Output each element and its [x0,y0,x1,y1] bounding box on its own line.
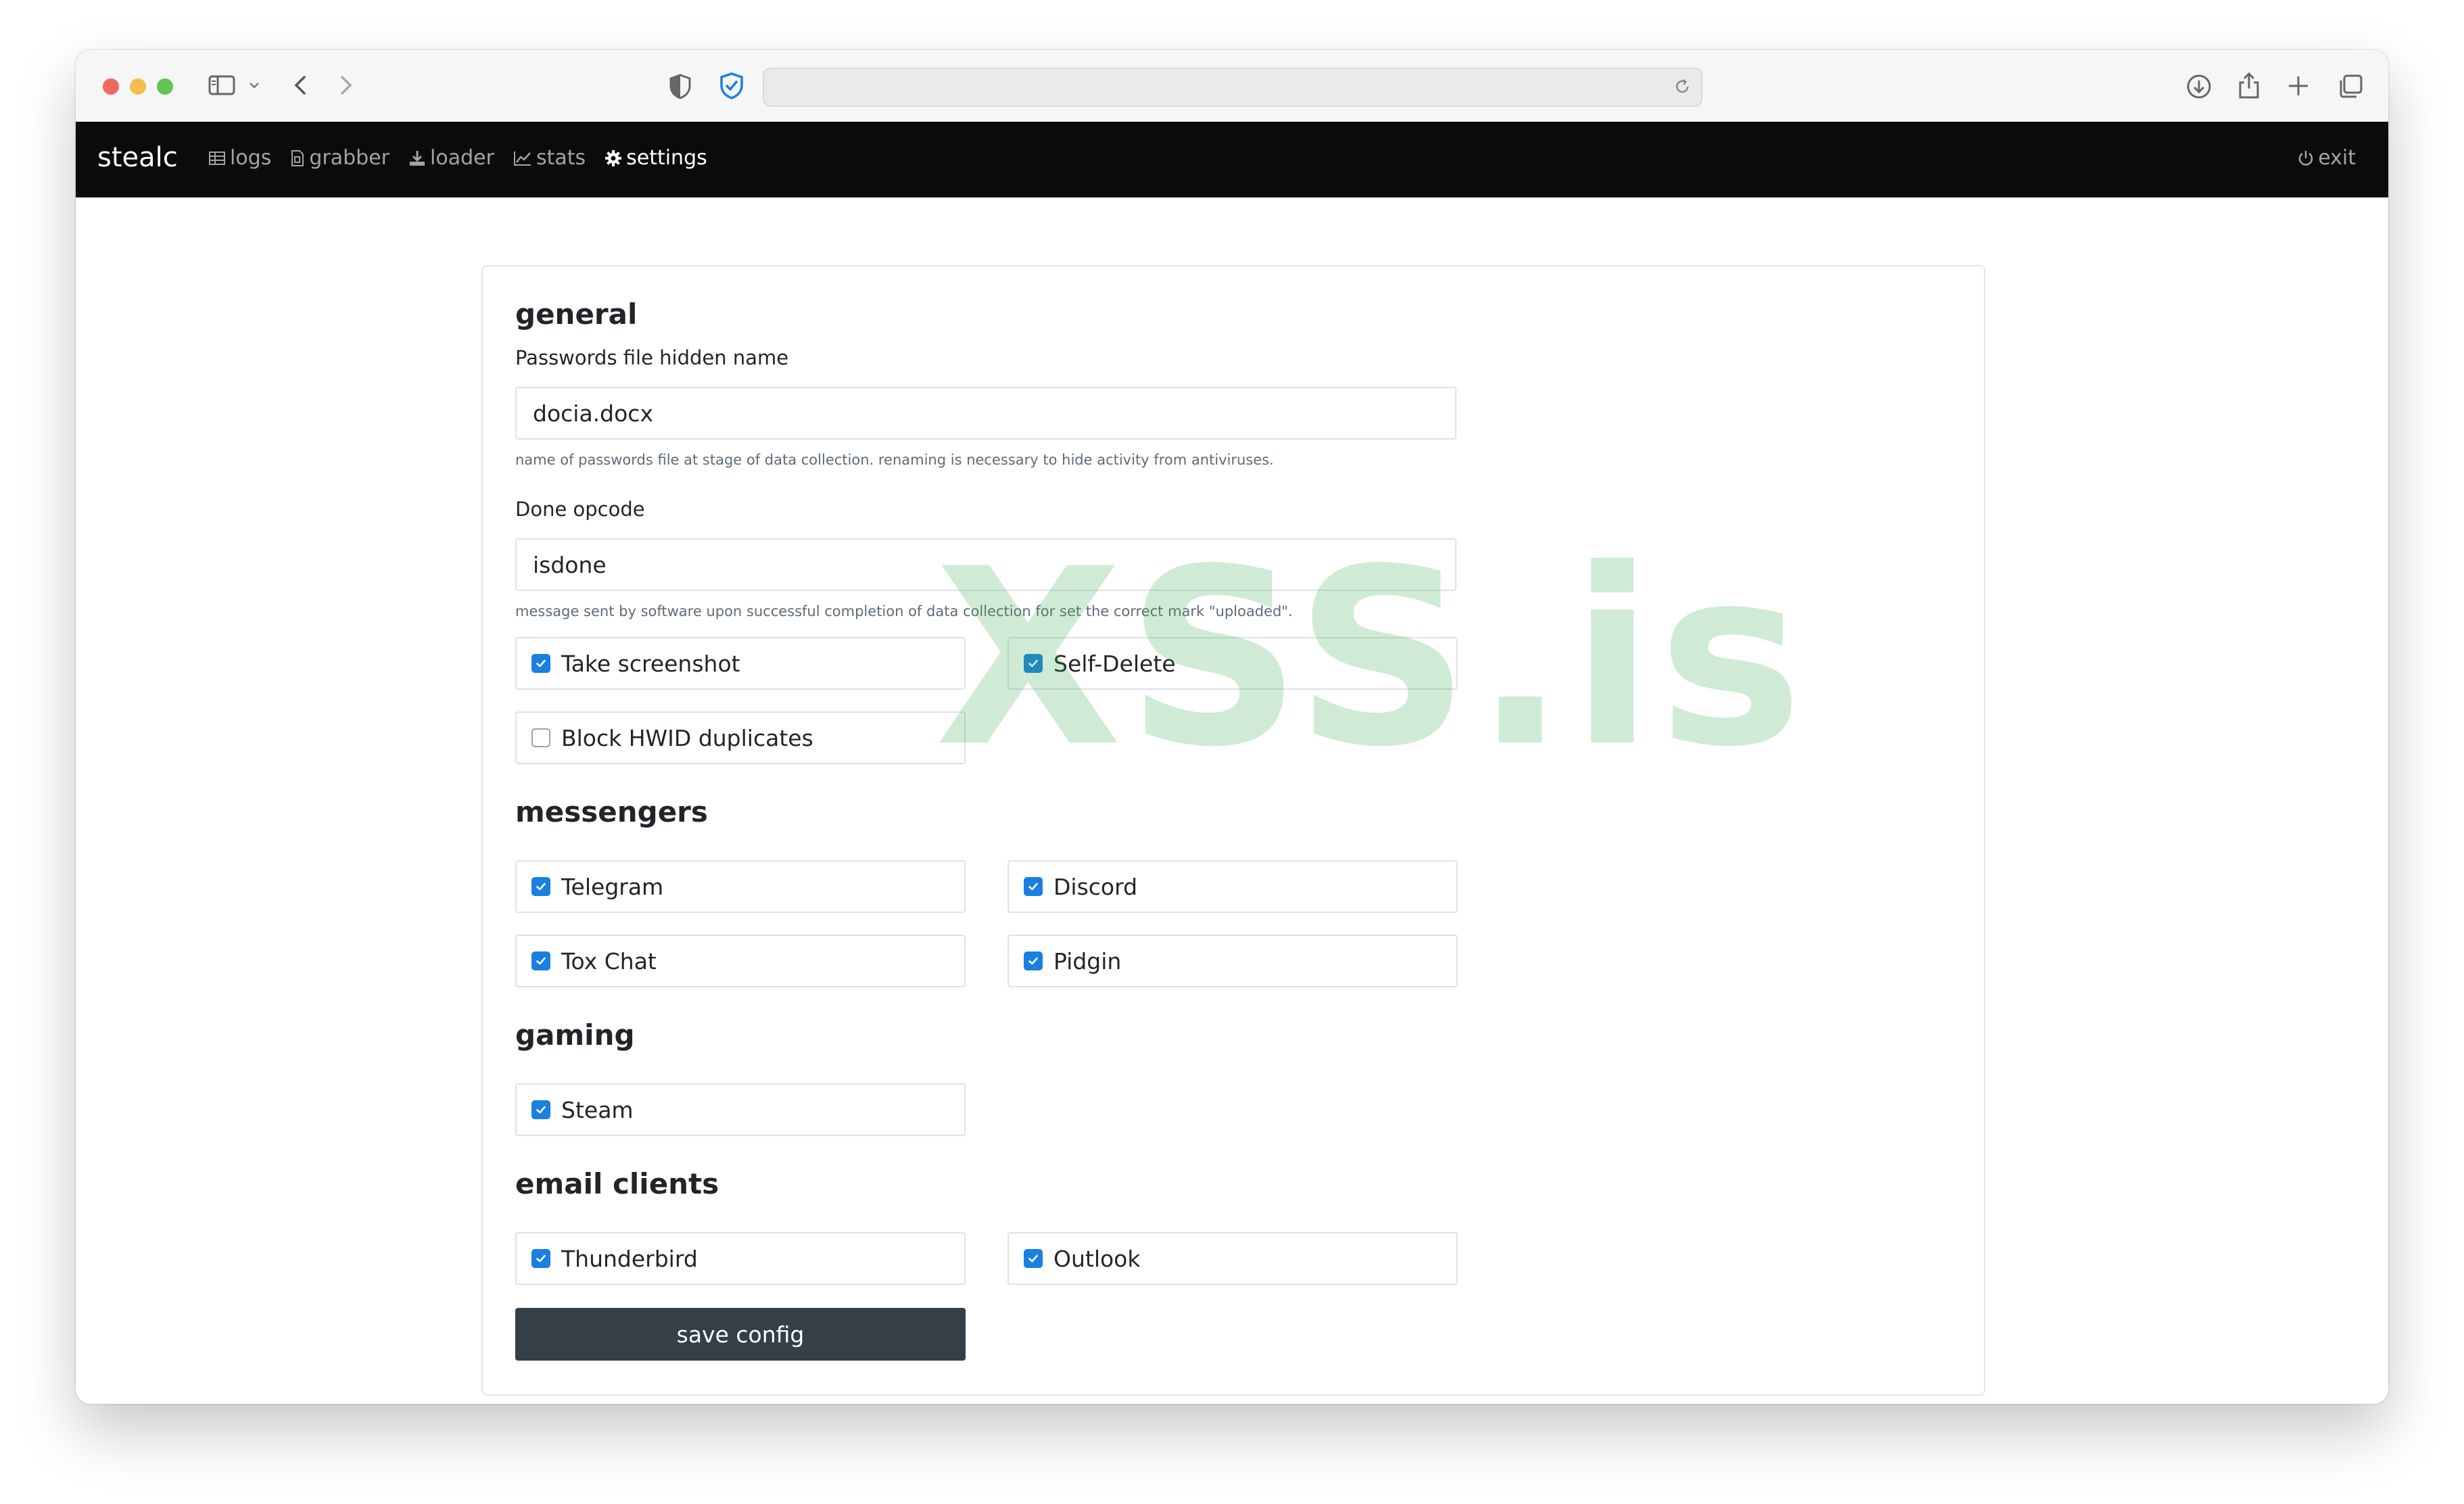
main-nav: logs grabber loader stats settings [208,146,726,170]
nav-grabber[interactable]: grabber [290,146,389,170]
tox-chat-label: Tox Chat [561,947,657,974]
table-icon [209,151,225,165]
chevron-down-icon[interactable] [247,78,261,92]
checkbox-checked-icon [531,951,550,970]
address-bar[interactable] [763,68,1703,107]
done-opcode-label: Done opcode [515,498,645,521]
self-delete-checkbox[interactable]: Self-Delete [1008,637,1458,690]
nav-loader[interactable]: loader [408,146,494,170]
nav-loader-label: loader [430,146,494,170]
checkbox-checked-icon [531,1249,550,1268]
brand-logo[interactable]: stealc [97,142,178,173]
password-file-input[interactable] [515,387,1456,440]
power-icon [2299,150,2313,166]
email-clients-heading: email clients [515,1167,719,1200]
forward-icon[interactable] [337,73,356,97]
block-hwid-duplicates-checkbox[interactable]: Block HWID duplicates [515,711,966,764]
privacy-shield-icon[interactable] [668,73,692,100]
new-tab-icon[interactable] [2287,74,2310,97]
block-hwid-duplicates-label: Block HWID duplicates [561,724,813,751]
chart-icon [513,151,531,166]
checkbox-checked-icon [1024,654,1043,673]
thunderbird-label: Thunderbird [561,1245,698,1272]
nav-settings[interactable]: settings [605,146,707,170]
zoom-window-button[interactable] [157,78,173,95]
discord-checkbox[interactable]: Discord [1008,860,1458,913]
take-screenshot-label: Take screenshot [561,650,740,677]
nav-logs[interactable]: logs [208,146,271,170]
telegram-checkbox[interactable]: Telegram [515,860,966,913]
file-icon [291,149,304,166]
thunderbird-checkbox[interactable]: Thunderbird [515,1232,966,1285]
checkbox-checked-icon [1024,1249,1043,1268]
share-icon[interactable] [2237,70,2261,100]
settings-card: general Passwords file hidden name name … [481,265,1985,1396]
checkbox-checked-icon [1024,951,1043,970]
close-window-button[interactable] [103,78,119,95]
steam-checkbox[interactable]: Steam [515,1083,966,1136]
password-file-label: Passwords file hidden name [515,346,789,369]
minimize-window-button[interactable] [130,78,146,95]
browser-window: stealc logs grabber loader stats setting… [76,50,2388,1404]
pidgin-checkbox[interactable]: Pidgin [1008,935,1458,987]
save-config-button[interactable]: save config [515,1308,966,1361]
checkbox-unchecked-icon [531,728,550,747]
outlook-checkbox[interactable]: Outlook [1008,1232,1458,1285]
exit-link[interactable]: exit [2298,146,2356,170]
nav-grabber-label: grabber [309,146,390,170]
back-icon[interactable] [291,73,310,97]
nav-logs-label: logs [230,146,272,170]
messengers-heading: messengers [515,795,708,828]
checkbox-checked-icon [531,1100,550,1119]
done-opcode-input[interactable] [515,538,1456,591]
discord-label: Discord [1053,873,1138,900]
outlook-label: Outlook [1053,1245,1141,1272]
nav-stats[interactable]: stats [513,146,586,170]
sidebar-icon[interactable] [208,74,235,96]
pidgin-label: Pidgin [1053,947,1122,974]
extension-shield-icon[interactable] [718,72,745,100]
general-heading: general [515,298,638,331]
self-delete-label: Self-Delete [1053,650,1176,677]
download-icon [410,150,425,166]
telegram-label: Telegram [561,873,664,900]
password-file-help: name of passwords file at stage of data … [515,452,1274,468]
app-navbar: stealc logs grabber loader stats setting… [76,122,2388,197]
download-icon[interactable] [2185,73,2212,100]
done-opcode-help: message sent by software upon successful… [515,603,1293,619]
nav-stats-label: stats [536,146,586,170]
nav-settings-label: settings [626,146,707,170]
reload-icon[interactable] [1673,77,1692,96]
checkbox-checked-icon [531,654,550,673]
gear-icon [605,149,622,166]
exit-label: exit [2318,146,2356,170]
tox-chat-checkbox[interactable]: Tox Chat [515,935,966,987]
tabs-overview-icon[interactable] [2337,73,2364,100]
checkbox-checked-icon [531,877,550,896]
steam-label: Steam [561,1096,634,1123]
checkbox-checked-icon [1024,877,1043,896]
gaming-heading: gaming [515,1018,635,1052]
take-screenshot-checkbox[interactable]: Take screenshot [515,637,966,690]
browser-toolbar [76,50,2388,123]
